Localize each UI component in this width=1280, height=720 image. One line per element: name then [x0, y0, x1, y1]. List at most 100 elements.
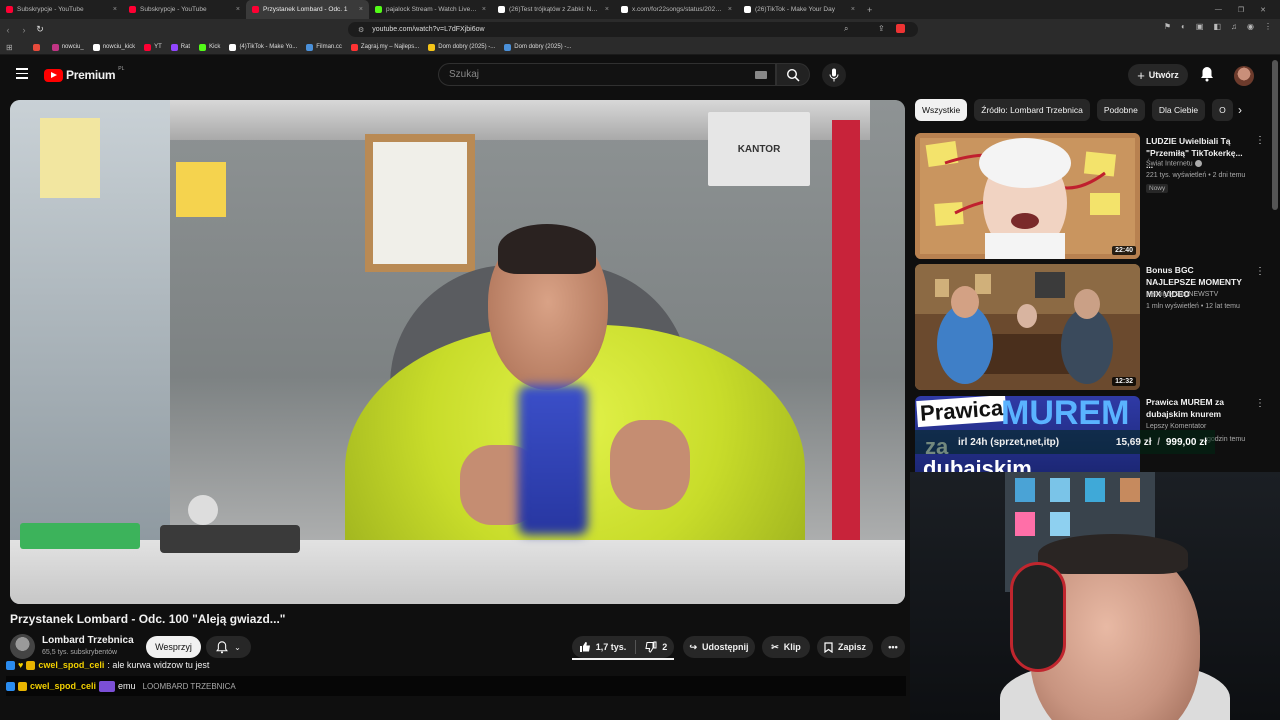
more-icon[interactable]: ⋮ [1255, 135, 1265, 146]
extension-icon[interactable]: ⚑ [1164, 22, 1171, 31]
recommendation-item[interactable]: 12:32 Bonus BGC NAJLEPSZE MOMENTY MIX VI… [915, 264, 1265, 392]
extension-icon[interactable]: ◧ [1213, 22, 1221, 31]
recommendation-title[interactable]: Prawica MUREM za dubajskim knurem [1146, 396, 1246, 420]
apps-icon[interactable]: ⊞ [6, 43, 13, 52]
bookmark-item[interactable]: YT [144, 43, 162, 51]
video-green-card [20, 523, 140, 549]
tab-close-icon[interactable]: × [113, 6, 117, 13]
bookmark-item[interactable]: Dom dobry (2025) -... [428, 43, 495, 51]
close-window-icon[interactable]: ✕ [1260, 6, 1266, 14]
thumbs-down-icon[interactable] [645, 641, 657, 653]
voice-search-button[interactable] [822, 63, 846, 87]
recommendation-thumbnail[interactable]: 12:32 [915, 264, 1140, 390]
tab-list: Subskrypcje - YouTube × Subskrypcje - YouT… [0, 0, 861, 19]
profile-icon[interactable]: ◉ [1247, 22, 1254, 31]
more-actions-button[interactable]: ••• [881, 636, 905, 658]
reload-icon[interactable]: ↻ [32, 24, 48, 35]
site-info-icon[interactable]: ⚙ [358, 26, 364, 34]
tab-close-icon[interactable]: × [605, 6, 609, 13]
browser-tab[interactable]: Subskrypcje - YouTube × [123, 0, 246, 19]
browser-tab[interactable]: Subskrypcje - YouTube × [0, 0, 123, 19]
bookmark-label: Rat [180, 44, 191, 50]
bookmark-item[interactable]: (4)TikTok - Make Yo... [229, 43, 297, 51]
new-tab-button[interactable]: + [861, 5, 878, 15]
search-input[interactable]: Szukaj [438, 63, 776, 86]
subscription-bell-button[interactable]: ⌄ [206, 636, 251, 658]
filter-chip[interactable]: Źródło: Lombard Trzebnica [974, 99, 1090, 121]
filter-chip[interactable]: Dla Ciebie [1151, 99, 1206, 121]
zoom-icon[interactable]: ⌕ [844, 24, 848, 34]
chat-username: cwel_spod_celi [30, 681, 97, 691]
bookmark-item[interactable]: Kick [199, 43, 220, 51]
create-button[interactable]: + Utwórz [1128, 64, 1188, 86]
bookmark-item[interactable]: Filman.cc [306, 43, 342, 51]
scissors-icon: ✂ [771, 641, 779, 652]
extension-icon[interactable]: ▣ [1196, 22, 1204, 31]
recommendation-channel[interactable]: Lepszy Komentator [1146, 423, 1206, 430]
support-button[interactable]: Wesprzyj [146, 636, 201, 658]
video-player[interactable]: KANTOR [10, 100, 905, 604]
forward-icon[interactable]: › [16, 25, 32, 35]
more-icon[interactable]: ⋮ [1255, 266, 1265, 277]
menu-icon[interactable]: ⋮ [1264, 22, 1272, 31]
share-button[interactable]: ↪ Udostępnij [683, 636, 755, 658]
youtube-play-icon [44, 68, 63, 82]
browser-tab[interactable]: (26)TikTok - Make Your Day × [738, 0, 861, 19]
bookmark-item[interactable] [32, 43, 43, 51]
browser-tab[interactable]: pajalock Stream - Watch Live on Kick × [369, 0, 492, 19]
channel-avatar[interactable] [10, 634, 35, 659]
browser-tab[interactable]: (26)Test trójkątów z Żabki: Najlepsz × [492, 0, 615, 19]
clip-label: Klip [783, 642, 801, 652]
share-label: Udostępnij [702, 642, 749, 652]
filter-chip[interactable]: Podobne [1096, 99, 1145, 121]
recommendation-channel[interactable]: HHNigdyStopNEWSTV [1146, 291, 1218, 298]
keyboard-icon[interactable] [755, 71, 767, 79]
tab-label: Subskrypcje - YouTube [17, 6, 84, 13]
filter-chips: Wszystkie Źródło: Lombard Trzebnica Podobn… [915, 99, 1235, 121]
back-icon[interactable]: ‹ [0, 25, 16, 35]
tab-close-icon[interactable]: × [359, 6, 363, 13]
more-icon[interactable]: ⋮ [1255, 398, 1265, 409]
browser-tab[interactable]: Przystanek Lombard - Odc. 1 × [246, 0, 369, 19]
notifications-bell-icon[interactable] [1200, 66, 1214, 82]
recommendation-thumbnail[interactable]: 22:40 [915, 133, 1140, 259]
tab-close-icon[interactable]: × [236, 6, 240, 13]
browser-tab[interactable]: x.com/for22songs/status/202859019 × [615, 0, 738, 19]
new-badge: Nowy [1146, 184, 1169, 193]
chevron-right-icon[interactable]: › [1238, 103, 1242, 117]
extension-icon[interactable]: ◐ [1181, 22, 1186, 31]
url-field[interactable]: ⚙ youtube.com/watch?v=L7dFXjbi6ow [348, 22, 918, 37]
recommendation-item[interactable]: 22:40 LUDZIE Uwielbiali Tą "Przemiłą" Ti… [915, 133, 1265, 261]
account-avatar[interactable] [1234, 66, 1254, 86]
bell-icon [216, 640, 229, 653]
bookmark-item[interactable]: nowciu_kick [92, 43, 135, 51]
hamburger-menu-icon[interactable] [16, 68, 28, 79]
tab-close-icon[interactable]: × [851, 6, 855, 13]
like-count[interactable]: 1,7 tys. [596, 642, 627, 652]
save-button[interactable]: Zapisz [817, 636, 873, 658]
thumbs-up-icon[interactable] [579, 641, 591, 653]
recommendation-channel[interactable]: Świat Internetu [1146, 160, 1202, 167]
search-button[interactable] [776, 63, 810, 86]
maximize-icon[interactable]: ❐ [1238, 6, 1244, 14]
tab-label: (26)Test trójkątów z Żabki: Najlepsz [509, 6, 601, 13]
share-page-icon[interactable]: ⇪ [878, 24, 885, 33]
chat-message: ♥ cwel_spod_celi : ale kurwa widzow tu j… [6, 660, 209, 670]
scrollbar[interactable] [1272, 60, 1278, 210]
clip-button[interactable]: ✂ Klip [762, 636, 810, 658]
filter-chip[interactable]: O [1212, 99, 1233, 121]
channel-name[interactable]: Lombard Trzebnica [42, 635, 134, 646]
bookmark-item[interactable]: Zagraj.my – Najleps... [350, 43, 419, 51]
bookmark-item[interactable]: Rat [170, 43, 191, 51]
bookmark-item[interactable]: Dom dobry (2025) -... [504, 43, 571, 51]
tab-close-icon[interactable]: × [728, 6, 732, 13]
filter-chip[interactable]: Wszystkie [915, 99, 968, 121]
webcam-poster [1120, 478, 1140, 502]
dislike-count[interactable]: 2 [662, 642, 667, 652]
minimize-icon[interactable]: — [1215, 6, 1222, 13]
extension-red-icon[interactable] [896, 24, 905, 33]
tab-close-icon[interactable]: × [482, 6, 486, 13]
youtube-logo[interactable]: Premium PL [44, 66, 124, 82]
media-icon[interactable]: ♫ [1231, 22, 1237, 31]
bookmark-item[interactable]: nowciu_ [51, 43, 84, 51]
